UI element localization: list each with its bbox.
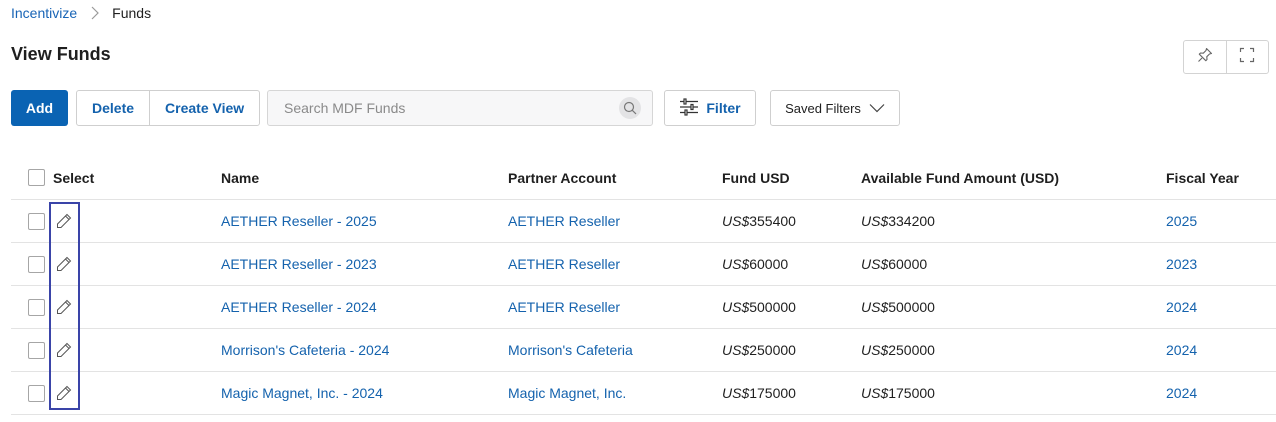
pin-icon (1197, 47, 1213, 68)
pencil-icon[interactable] (56, 213, 72, 229)
currency-prefix: US$ (722, 342, 750, 358)
create-view-button[interactable]: Create View (149, 91, 259, 125)
partner-account-link[interactable]: AETHER Reseller (508, 243, 620, 285)
saved-filters-label: Saved Filters (785, 100, 861, 116)
available-amount: 60000 (888, 256, 928, 272)
available-fund-value: US$ 250000 (861, 329, 935, 371)
fund-name-link[interactable]: AETHER Reseller - 2023 (221, 243, 377, 285)
fund-name-link[interactable]: Magic Magnet, Inc. - 2024 (221, 372, 383, 414)
fiscal-year-link[interactable]: 2023 (1166, 243, 1197, 285)
row-checkbox[interactable] (28, 341, 45, 359)
column-header-fiscal-year[interactable]: Fiscal Year (1166, 156, 1239, 199)
breadcrumb-current: Funds (112, 5, 152, 21)
chevron-right-icon (89, 6, 101, 20)
pencil-icon[interactable] (56, 299, 72, 315)
sliders-icon (679, 97, 699, 119)
pencil-icon[interactable] (56, 342, 72, 358)
action-button-group: Delete Create View (76, 90, 261, 126)
fund-usd-value: US$ 355400 (722, 200, 796, 242)
row-select-cell (28, 329, 72, 371)
available-amount: 500000 (888, 299, 935, 315)
column-header-available-fund-amount[interactable]: Available Fund Amount (USD) (861, 156, 1059, 199)
select-all-cell: Select (28, 156, 94, 199)
currency-prefix: US$ (861, 385, 889, 401)
delete-button[interactable]: Delete (77, 91, 149, 125)
page-actions (1183, 40, 1269, 74)
fund-name-link[interactable]: Morrison's Cafeteria - 2024 (221, 329, 389, 371)
fund-amount: 355400 (749, 213, 796, 229)
currency-prefix: US$ (861, 256, 889, 272)
chevron-down-icon (869, 101, 885, 116)
saved-filters-dropdown[interactable]: Saved Filters (770, 90, 900, 126)
partner-account-link[interactable]: Morrison's Cafeteria (508, 329, 633, 371)
table-row: Morrison's Cafeteria - 2024 Morrison's C… (11, 329, 1276, 372)
row-checkbox[interactable] (28, 212, 45, 230)
filter-label: Filter (706, 100, 741, 116)
table-row: AETHER Reseller - 2025 AETHER Reseller U… (11, 200, 1276, 243)
fund-amount: 500000 (749, 299, 796, 315)
add-button[interactable]: Add (11, 90, 68, 126)
available-fund-value: US$ 500000 (861, 286, 935, 328)
fiscal-year-link[interactable]: 2024 (1166, 286, 1197, 328)
table-row: Magic Magnet, Inc. - 2024 Magic Magnet, … (11, 372, 1276, 415)
currency-prefix: US$ (861, 299, 889, 315)
fund-name-link[interactable]: AETHER Reseller - 2024 (221, 286, 377, 328)
fund-usd-value: US$ 175000 (722, 372, 796, 414)
available-fund-value: US$ 175000 (861, 372, 935, 414)
column-header-partner-account[interactable]: Partner Account (508, 156, 616, 199)
funds-table: Select Name Partner Account Fund USD Ava… (11, 156, 1276, 415)
fullscreen-button[interactable] (1225, 41, 1269, 73)
fund-amount: 175000 (749, 385, 796, 401)
available-amount: 250000 (888, 342, 935, 358)
fund-amount: 60000 (749, 256, 789, 272)
search-box (267, 90, 653, 126)
breadcrumb-link-incentivize[interactable]: Incentivize (11, 5, 77, 21)
row-select-cell (28, 286, 72, 328)
currency-prefix: US$ (722, 385, 750, 401)
table-header: Select Name Partner Account Fund USD Ava… (11, 156, 1276, 200)
fund-usd-value: US$ 500000 (722, 286, 796, 328)
fund-amount: 250000 (749, 342, 796, 358)
table-row: AETHER Reseller - 2023 AETHER Reseller U… (11, 243, 1276, 286)
fund-usd-value: US$ 250000 (722, 329, 796, 371)
breadcrumb: Incentivize Funds (11, 5, 151, 21)
available-amount: 175000 (888, 385, 935, 401)
row-select-cell (28, 243, 72, 285)
available-fund-value: US$ 334200 (861, 200, 935, 242)
page-title: View Funds (11, 44, 111, 64)
available-fund-value: US$ 60000 (861, 243, 927, 285)
table-row: AETHER Reseller - 2024 AETHER Reseller U… (11, 286, 1276, 329)
row-checkbox[interactable] (28, 384, 45, 402)
pin-button[interactable] (1184, 41, 1226, 73)
fund-name-link[interactable]: AETHER Reseller - 2025 (221, 200, 377, 242)
fund-usd-value: US$ 60000 (722, 243, 788, 285)
currency-prefix: US$ (861, 213, 889, 229)
fullscreen-icon (1239, 47, 1255, 68)
currency-prefix: US$ (722, 256, 750, 272)
partner-account-link[interactable]: AETHER Reseller (508, 286, 620, 328)
row-select-cell (28, 372, 72, 414)
column-header-name[interactable]: Name (221, 156, 259, 199)
fiscal-year-link[interactable]: 2024 (1166, 372, 1197, 414)
currency-prefix: US$ (861, 342, 889, 358)
fiscal-year-link[interactable]: 2024 (1166, 329, 1197, 371)
partner-account-link[interactable]: Magic Magnet, Inc. (508, 372, 626, 414)
available-amount: 334200 (888, 213, 935, 229)
row-select-cell (28, 200, 72, 242)
currency-prefix: US$ (722, 213, 750, 229)
filter-button[interactable]: Filter (664, 90, 756, 126)
fiscal-year-link[interactable]: 2025 (1166, 200, 1197, 242)
select-all-checkbox[interactable] (28, 169, 45, 186)
column-header-fund-usd[interactable]: Fund USD (722, 156, 790, 199)
pencil-icon[interactable] (56, 385, 72, 401)
search-input[interactable] (268, 91, 619, 125)
row-checkbox[interactable] (28, 255, 45, 273)
partner-account-link[interactable]: AETHER Reseller (508, 200, 620, 242)
row-checkbox[interactable] (28, 298, 45, 316)
pencil-icon[interactable] (56, 256, 72, 272)
column-header-select: Select (53, 169, 95, 186)
currency-prefix: US$ (722, 299, 750, 315)
search-icon[interactable] (619, 97, 641, 119)
